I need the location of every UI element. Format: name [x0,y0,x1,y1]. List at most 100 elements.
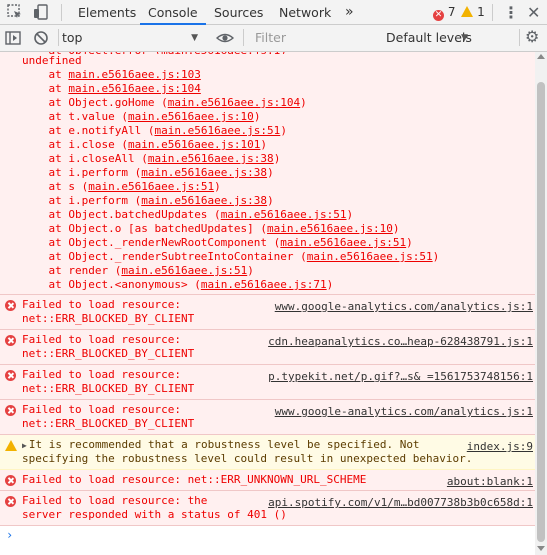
error-icon [5,335,16,346]
stack-frame-prefix: at [22,110,69,123]
stack-frame-link[interactable]: main.e5616aee.js:71 [201,278,327,291]
error-count: 7 [447,5,456,19]
message-source-link[interactable]: p.typekit.net/p.gif?…s& =1561753748156:1 [264,370,533,383]
stack-frame: at i.perform (main.e5616aee.js:38) [22,194,274,207]
stack-frame: at main.e5616aee.js:103 [22,68,535,82]
stack-frame-link[interactable]: main.e5616aee.js:51 [221,208,347,221]
stack-frame-prefix: at [22,236,69,249]
stack-frame-prefix: at [22,166,69,179]
more-tabs-button[interactable]: » [345,0,354,25]
vertical-scrollbar[interactable] [535,52,547,555]
tabbar-divider [492,4,493,21]
stack-frame: at Object.<anonymous> (main.e5616aee.js:… [22,278,334,291]
stack-frame-link[interactable]: main.e5616aee.js:38 [141,166,267,179]
message-text: Failed to load resource: [22,368,181,381]
error-message: Failed to load resource: net::ERR_BLOCKED… [0,295,535,330]
stack-frame-function: Object._renderNewRootComponent [68,236,268,249]
device-toolbar-icon[interactable] [32,3,50,21]
toolbar-divider [519,29,520,46]
message-source-link[interactable]: www.google-analytics.com/analytics.js:1 [270,405,533,418]
tabbar-divider [61,4,62,21]
tab-network[interactable]: Network [279,0,331,25]
stack-frame-link[interactable]: main.e5616aee.js:51 [280,236,406,249]
message-text: net::ERR_BLOCKED_BY_CLIENT [22,382,195,395]
stack-frame-link[interactable]: main.e5616aee.js:10 [128,110,254,123]
console-messages: Failed to load resource: net::ERR_BLOCKED… [0,295,535,526]
warning-count-icon [461,6,474,17]
message-source-link[interactable]: api.spotify.com/v1/m…bd007738b3b0c658d:1 [264,496,533,509]
scrollbar-thumb[interactable] [537,82,545,542]
show-sidebar-icon[interactable] [4,29,22,47]
toolbar-divider [243,29,244,46]
stack-frame-link[interactable]: main.e5616aee.js:51 [88,180,214,193]
stack-frame-link[interactable]: main.e5616aee.js:104 [68,82,200,95]
stack-frame-link[interactable]: main.e5616aee.js:38 [148,152,274,165]
context-selector[interactable]: top ▼ [62,28,202,48]
stack-frame-link[interactable]: main.e5616aee.js:104 [168,96,300,109]
message-source-link[interactable]: about:blank:1 [442,475,533,488]
stack-frame: at main.e5616aee.js:104 [22,82,535,96]
live-expression-eye-icon[interactable] [216,29,234,47]
prompt-chevron-icon: › [6,528,14,542]
inspect-element-icon[interactable] [6,3,24,21]
stack-frame-link[interactable]: main.e5616aee.js:103 [68,68,200,81]
message-source-link[interactable]: cdn.heapanalytics.co…heap-628438791.js:1 [264,335,533,348]
stack-frame-function: Object.o [as batchedUpdates] [68,222,254,235]
stack-frame: at Object.o [as batchedUpdates] (main.e5… [22,222,400,235]
error-icon [5,300,16,311]
message-text: Failed to load resource: the [22,494,208,507]
stack-frame-link[interactable]: main.e5616aee.js:101 [128,138,260,151]
close-devtools-icon[interactable]: ✕ [527,0,540,25]
stack-frame-function: i.perform [68,194,128,207]
toolbar-divider [58,29,59,46]
stack-frame: at i.close (main.e5616aee.js:101) [22,138,268,151]
stack-frame-prefix: at [22,222,69,235]
message-text: Failed to load resource: net::ERR_UNKNOW… [22,473,367,486]
stack-frame-function: i.perform [68,166,128,179]
message-text: net::ERR_BLOCKED_BY_CLIENT [22,417,195,430]
console-prompt[interactable]: › [0,526,535,544]
stack-frame: at Object._renderNewRootComponent (main.… [22,236,413,249]
filter-input[interactable]: Filter [247,28,377,48]
message-text: net::ERR_BLOCKED_BY_CLIENT [22,347,195,360]
error-message: Failed to load resource: the server respo… [0,491,535,526]
tab-sources[interactable]: Sources [214,0,263,25]
error-icon [5,370,16,381]
message-source-link[interactable]: index.js:9 [462,440,533,453]
stack-frame: at i.closeAll (main.e5616aee.js:38) [22,152,281,165]
tab-elements[interactable]: Elements [78,0,136,25]
stack-frame: at render (main.e5616aee.js:51) [22,264,254,277]
stack-frame-link[interactable]: main.e5616aee.js:51 [121,264,247,277]
stack-frame: at Object._renderSubtreeIntoContainer (m… [22,250,440,263]
stack-frame-link[interactable]: main.e5616aee.js:51 [154,124,280,137]
tab-console[interactable]: Console [140,0,206,25]
stack-frame-function: i.closeAll [68,152,135,165]
stack-frame-function: Object.batchedUpdates [68,208,208,221]
stack-frame-link[interactable]: main.e5616aee.js:38 [141,194,267,207]
log-levels-dropdown[interactable]: Default levels ▼ [386,28,506,48]
message-text: Failed to load resource: [22,298,181,311]
error-message: Failed to load resource: net::ERR_UNKNOW… [0,470,535,491]
console-settings-gear-icon[interactable]: ⚙ [525,24,539,49]
stack-frame-prefix: at [22,138,69,151]
clear-console-icon[interactable] [32,29,50,47]
error-icon [5,405,16,416]
more-options-icon[interactable]: ⋮ [503,0,519,25]
expand-triangle-icon[interactable]: ▶ [22,441,27,450]
console-output[interactable]: at Object.error (main.e5616aee.js:1) und… [0,52,535,555]
warning-icon [5,440,17,451]
stack-frame-prefix: at [22,96,69,109]
stack-frame-link[interactable]: main.e5616aee.js:10 [267,222,393,235]
warning-count: 1 [477,5,485,19]
stack-frame-function: t.value [68,110,115,123]
stack-frame-function: render [68,264,109,277]
stack-frame-function: i.close [68,138,115,151]
scroll-up-icon[interactable] [537,54,545,59]
error-count-badge[interactable]: ✕ 7 1 [433,5,485,21]
stack-frame-prefix: at [22,264,69,277]
message-source-link[interactable]: www.google-analytics.com/analytics.js:1 [270,300,533,313]
scroll-down-icon[interactable] [537,546,545,551]
context-selector-value: top [62,30,83,45]
stack-frame-link[interactable]: main.e5616aee.js:51 [307,250,433,263]
stack-frame-prefix: at [22,194,69,207]
